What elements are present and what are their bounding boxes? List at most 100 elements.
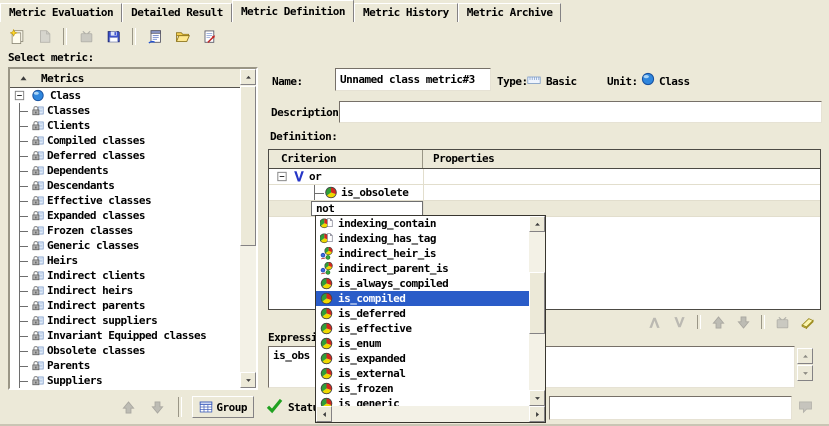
dropdown-item-is-always-compiled[interactable]: is_always_compiled [316,276,529,291]
tree-branch [19,313,31,328]
scroll-left-button[interactable] [316,406,332,422]
group-button[interactable]: Group [192,396,254,418]
dropdown-item-label: is_external [338,367,405,380]
save-metric-button[interactable] [102,26,124,46]
import-metrics-icon [148,29,163,44]
move-up-button[interactable] [710,314,727,331]
tree-item-generic-classes[interactable]: Generic classes [10,238,240,253]
tree-item-deferred-classes[interactable]: Deferred classes [10,148,240,163]
tree-item-expanded-classes[interactable]: Expanded classes [10,208,240,223]
tree-branch [19,373,31,388]
tree-item-effective-classes[interactable]: Effective classes [10,193,240,208]
arr-left-icon [320,410,329,419]
duplicate-metric-button[interactable] [33,26,55,46]
scroll-down-button[interactable] [797,365,813,381]
tree-item-label: Obsolete classes [47,344,145,357]
criterion-label: is_obsolete [341,186,408,199]
properties-column-header[interactable]: Properties [423,150,494,168]
tree-branch [19,118,31,133]
metrics-header-label: Metrics [41,72,84,85]
dropdown-item-is-deferred[interactable]: is_deferred [316,306,529,321]
tree-item-obsolete-classes[interactable]: Obsolete classes [10,343,240,358]
dropdown-item-is-generic[interactable]: is_generic [316,396,529,406]
tree-item-descendants[interactable]: Descendants [10,178,240,193]
comment-button[interactable] [797,399,814,418]
scroll-down-button[interactable] [529,390,545,406]
scroll-right-button[interactable] [529,406,545,422]
criterion-row-or[interactable]: or [269,169,820,185]
main-toolbar [6,25,220,47]
tree-item-invariant-equipped-classes[interactable]: Invariant Equipped classes [10,328,240,343]
tree-item-frozen-classes[interactable]: Frozen classes [10,223,240,238]
metric-move-up-button[interactable] [117,397,139,417]
tree-item-label: Indirect heirs [47,284,133,297]
criterion-column-header[interactable]: Criterion [269,150,423,168]
arr-right-icon [533,410,542,419]
metric-move-down-button[interactable] [146,397,168,417]
tree-item-indirect-clients[interactable]: Indirect clients [10,268,240,283]
tab-metric-definition[interactable]: Metric Definition [232,0,354,22]
criterion-pie-icon [320,322,333,335]
delete-criterion-button[interactable] [774,314,791,331]
metric-tree: ClassClassesClientsCompiled classesDefer… [10,88,240,388]
tree-item-indirect-heirs[interactable]: Indirect heirs [10,283,240,298]
tree-branch [19,283,31,298]
status-input[interactable] [549,396,792,420]
tree-branch [19,163,31,178]
dropdown-vertical-scrollbar[interactable] [529,216,545,406]
tree-scrollbar-thumb[interactable] [240,86,256,246]
new-metric-button[interactable] [6,26,28,46]
dropdown-item-is-effective[interactable]: is_effective [316,321,529,336]
dropdown-item-label: is_expanded [338,352,405,365]
delete-metric-button[interactable] [75,26,97,46]
dropdown-item-is-external[interactable]: is_external [316,366,529,381]
metrics-column-header[interactable]: Metrics [10,69,240,88]
tree-item-clients[interactable]: Clients [10,118,240,133]
dropdown-item-indirect-heir-is[interactable]: indirect_heir_is [316,246,529,261]
criterion-edit-field[interactable]: not [311,201,423,216]
export-metrics-button[interactable] [198,26,220,46]
criterion-text-icon [320,217,333,230]
dropdown-item-is-compiled[interactable]: is_compiled [316,291,529,306]
dropdown-item-indexing-has-tag[interactable]: indexing_has_tag [316,231,529,246]
tree-item-compiled-classes[interactable]: Compiled classes [10,133,240,148]
tree-item-indirect-suppliers[interactable]: Indirect suppliers [10,313,240,328]
tree-item-heirs[interactable]: Heirs [10,253,240,268]
insert-and-button[interactable] [646,314,663,331]
tree-item-suppliers[interactable]: Suppliers [10,373,240,388]
criterion-row-is-obsolete[interactable]: is_obsolete [269,185,820,201]
tree-scrollbar[interactable] [240,69,256,388]
tree-item-class[interactable]: Class [10,88,240,103]
tree-item-indirect-parents[interactable]: Indirect parents [10,298,240,313]
tree-branch [19,193,31,208]
eraser-button[interactable] [799,314,816,331]
dropdown-item-is-frozen[interactable]: is_frozen [316,381,529,396]
tab-metric-history[interactable]: Metric History [354,3,458,22]
scroll-up-button[interactable] [797,348,813,364]
metric-name-input[interactable] [335,68,491,91]
scroll-up-button[interactable] [529,216,545,232]
insert-or-button[interactable] [671,314,688,331]
tree-item-dependents[interactable]: Dependents [10,163,240,178]
dropdown-item-is-enum[interactable]: is_enum [316,336,529,351]
tree-item-label: Invariant Equipped classes [47,329,206,342]
move-down-button[interactable] [735,314,752,331]
tab-detailed-result[interactable]: Detailed Result [122,3,232,22]
tab-metric-evaluation[interactable]: Metric Evaluation [0,3,122,22]
dropdown-item-indirect-parent-is[interactable]: indirect_parent_is [316,261,529,276]
tree-item-classes[interactable]: Classes [10,103,240,118]
description-input[interactable] [339,101,822,123]
scroll-down-button[interactable] [240,372,256,388]
tree-item-parents[interactable]: Parents [10,358,240,373]
dropdown-item-is-expanded[interactable]: is_expanded [316,351,529,366]
locked-metric-icon [31,209,45,222]
tree-branch [19,103,31,118]
open-metric-file-button[interactable] [171,26,193,46]
tab-metric-archive[interactable]: Metric Archive [458,3,562,22]
locked-metric-icon [31,119,45,132]
dropdown-item-indexing-contain[interactable]: indexing_contain [316,216,529,231]
scroll-up-button[interactable] [240,69,256,85]
dropdown-horizontal-scrollbar[interactable] [316,406,545,422]
dropdown-scrollbar-thumb[interactable] [529,272,545,334]
import-metrics-button[interactable] [144,26,166,46]
